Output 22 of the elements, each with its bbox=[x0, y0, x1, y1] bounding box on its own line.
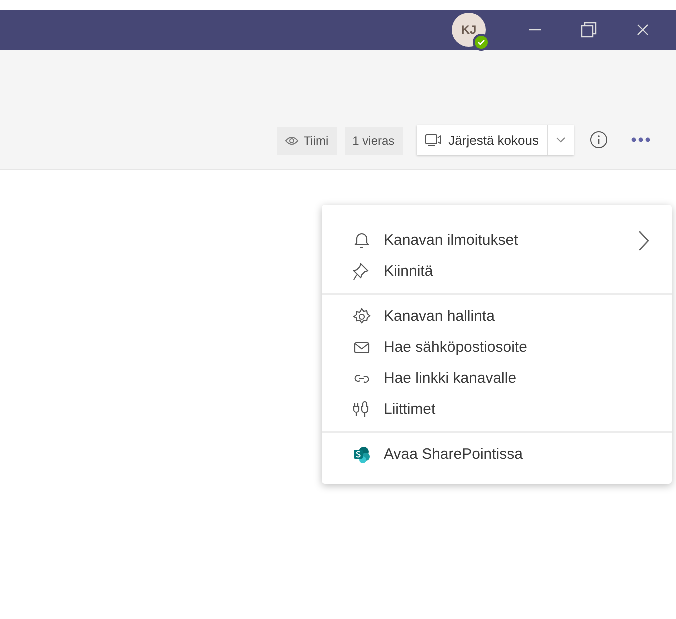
team-visibility-button[interactable]: Tiimi bbox=[276, 127, 337, 155]
menu-item[interactable]: Avaa SharePointissa bbox=[322, 439, 672, 470]
menu-item[interactable]: Kanavan ilmoitukset bbox=[322, 225, 672, 256]
minimize-icon bbox=[528, 29, 542, 31]
menu-item[interactable]: Kanavan hallinta bbox=[322, 301, 672, 332]
menu-item[interactable]: Hae linkki kanavalle bbox=[322, 363, 672, 394]
eye-icon bbox=[284, 136, 299, 146]
schedule-meeting-button[interactable]: Järjestä kokous bbox=[416, 125, 548, 155]
chevron-down-icon bbox=[556, 137, 566, 143]
more-icon bbox=[631, 137, 651, 143]
restore-icon bbox=[580, 21, 598, 39]
pin-icon bbox=[352, 262, 372, 282]
close-icon bbox=[636, 23, 650, 37]
bell-icon bbox=[352, 230, 372, 250]
guest-count-button[interactable]: 1 vieras bbox=[344, 127, 403, 155]
menu-item[interactable]: Liittimet bbox=[322, 394, 672, 425]
sharepoint-logo-icon bbox=[352, 444, 372, 464]
video-camera-icon bbox=[424, 132, 443, 148]
info-icon bbox=[590, 131, 608, 149]
menu-item[interactable]: Hae sähköpostiosoite bbox=[322, 332, 672, 363]
gear-icon bbox=[352, 306, 372, 326]
menu-item[interactable]: Kiinnitä bbox=[322, 256, 672, 287]
